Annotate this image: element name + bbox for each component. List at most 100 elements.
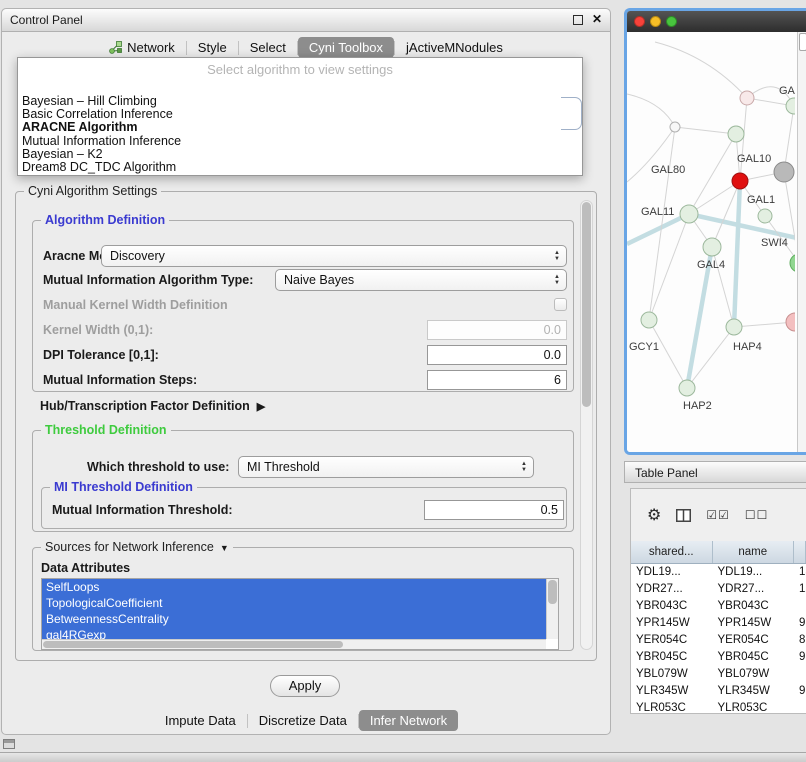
- node-label-hap4: HAP4: [733, 341, 762, 353]
- network-edge[interactable]: [627, 94, 675, 127]
- list-vertical-scrollbar[interactable]: [546, 579, 558, 639]
- network-node[interactable]: [728, 126, 744, 142]
- settings-vertical-scrollbar[interactable]: [580, 200, 593, 650]
- tab-style[interactable]: Style: [187, 37, 238, 58]
- mi-algorithm-type-label: Mutual Information Algorithm Type:: [43, 273, 253, 287]
- bottom-tab-bar: Impute DataDiscretize DataInfer Network: [2, 710, 610, 731]
- aracne-mode-value: Discovery: [102, 249, 550, 263]
- kernel-width-field[interactable]: 0.0: [427, 320, 567, 340]
- network-edge[interactable]: [675, 127, 736, 134]
- gear-icon[interactable]: [647, 507, 661, 523]
- network-vertical-scrollbar[interactable]: [797, 32, 806, 452]
- mi-algorithm-type-select[interactable]: Naive Bayes: [275, 269, 567, 291]
- network-node[interactable]: [726, 319, 742, 335]
- network-edge[interactable]: [689, 134, 736, 214]
- algorithm-dropdown-placeholder: Select algorithm to view settings: [18, 62, 582, 77]
- sources-group-title[interactable]: Sources for Network Inference: [41, 540, 233, 554]
- table-row[interactable]: YDL19...YDL19...13: [631, 564, 806, 581]
- sources-for-network-inference-group: Sources for Network Inference Data Attri…: [32, 547, 574, 651]
- network-icon: [109, 41, 122, 54]
- column-header-shared[interactable]: shared...: [631, 541, 713, 563]
- control-panel-titlebar[interactable]: Control Panel: [2, 9, 610, 32]
- attribute-item-betweennesscentrality[interactable]: BetweennessCentrality: [42, 611, 546, 627]
- network-edge-thick[interactable]: [689, 214, 795, 238]
- table-row[interactable]: YLR053CYLR053C: [631, 700, 806, 714]
- tab-select[interactable]: Select: [239, 37, 297, 58]
- network-node[interactable]: [758, 209, 772, 223]
- table-cell: YBL079W: [713, 666, 795, 683]
- mi-threshold-field[interactable]: 0.5: [424, 500, 564, 520]
- attribute-item-selfloops[interactable]: SelfLoops: [42, 579, 546, 595]
- table-panel-title: Table Panel: [635, 466, 698, 480]
- tab-jactivemnodules[interactable]: jActiveMNodules: [395, 37, 514, 58]
- tab-network[interactable]: Network: [98, 37, 186, 58]
- unchecked-pair-icon[interactable]: [745, 508, 769, 522]
- dpi-tolerance-field[interactable]: 0.0: [427, 345, 567, 365]
- bottom-tab-impute-data[interactable]: Impute Data: [154, 710, 247, 731]
- table-row[interactable]: YER054CYER054C8.: [631, 632, 806, 649]
- columns-icon[interactable]: [676, 509, 691, 522]
- network-node[interactable]: [703, 238, 721, 256]
- list-horizontal-scrollbar[interactable]: [42, 639, 546, 649]
- close-traffic-light-icon[interactable]: [634, 16, 645, 27]
- mi-steps-field[interactable]: 6: [427, 370, 567, 390]
- network-node[interactable]: [670, 122, 680, 132]
- scrollbar-thumb[interactable]: [799, 33, 806, 51]
- zoom-traffic-light-icon[interactable]: [666, 16, 677, 27]
- bottom-tab-infer-network[interactable]: Infer Network: [359, 710, 458, 731]
- collapse-arrow-icon[interactable]: [257, 399, 265, 413]
- column-header-extra[interactable]: [794, 541, 806, 563]
- table-cell: [794, 700, 806, 714]
- algorithm-option-dream8-dc-tdc-algorithm[interactable]: Dream8 DC_TDC Algorithm: [20, 161, 580, 174]
- column-header-name[interactable]: name: [713, 541, 795, 563]
- network-node[interactable]: [786, 98, 795, 114]
- which-threshold-select[interactable]: MI Threshold: [238, 456, 534, 478]
- table-row[interactable]: YBR043CYBR043C: [631, 598, 806, 615]
- network-node[interactable]: [679, 380, 695, 396]
- network-node[interactable]: [774, 162, 794, 182]
- manual-kernel-width-checkbox[interactable]: [554, 298, 567, 311]
- table-row[interactable]: YPR145WYPR145W9.: [631, 615, 806, 632]
- tab-cyni-toolbox[interactable]: Cyni Toolbox: [298, 37, 394, 58]
- combo-arrows-icon: [550, 250, 564, 262]
- settings-group-title: Cyni Algorithm Settings: [24, 184, 161, 198]
- network-edge-thick[interactable]: [734, 181, 740, 327]
- network-node[interactable]: [641, 312, 657, 328]
- apply-button[interactable]: Apply: [270, 675, 340, 697]
- network-node[interactable]: [732, 173, 748, 189]
- bottom-tab-discretize-data[interactable]: Discretize Data: [248, 710, 358, 731]
- checked-pair-icon[interactable]: [706, 508, 730, 522]
- data-attributes-list[interactable]: SelfLoopsTopologicalCoefficientBetweenne…: [41, 578, 559, 650]
- network-node[interactable]: [740, 91, 754, 105]
- aracne-mode-select[interactable]: Discovery: [101, 245, 567, 267]
- table-row[interactable]: YDR27...YDR27...12: [631, 581, 806, 598]
- network-edge[interactable]: [655, 42, 747, 98]
- network-node[interactable]: [786, 313, 795, 331]
- scrollbar-thumb[interactable]: [548, 580, 557, 604]
- network-graph[interactable]: GAL80GAL10GAL11GAL1SWI4GAL4GCY1HAP4HAP2G…: [627, 32, 795, 452]
- network-node[interactable]: [680, 205, 698, 223]
- algorithm-option-aracne-algorithm[interactable]: ARACNE Algorithm: [20, 121, 580, 134]
- node-attribute-table: shared...name YDL19...YDL19...13YDR27...…: [631, 541, 806, 713]
- docked-window-icon[interactable]: [3, 739, 15, 749]
- scrollbar-thumb[interactable]: [43, 641, 343, 648]
- network-node[interactable]: [790, 254, 795, 272]
- algorithm-option-mutual-information-inference[interactable]: Mutual Information Inference: [20, 135, 580, 148]
- table-panel-titlebar[interactable]: Table Panel: [624, 461, 806, 483]
- scrollbar-thumb[interactable]: [582, 202, 591, 407]
- table-row[interactable]: YBL079WYBL079W: [631, 666, 806, 683]
- network-canvas[interactable]: GAL80GAL10GAL11GAL1SWI4GAL4GCY1HAP4HAP2G…: [627, 32, 806, 452]
- network-edge[interactable]: [649, 320, 687, 388]
- network-window-titlebar[interactable]: [627, 11, 806, 32]
- close-icon[interactable]: [592, 12, 602, 26]
- network-view-window: GAL80GAL10GAL11GAL1SWI4GAL4GCY1HAP4HAP2G…: [624, 8, 806, 455]
- algorithm-combobox-edge[interactable]: [561, 97, 582, 130]
- table-row[interactable]: YLR345WYLR345W9.: [631, 683, 806, 700]
- table-row[interactable]: YBR045CYBR045C9.: [631, 649, 806, 666]
- table-cell: 12: [794, 581, 806, 598]
- attribute-item-topologicalcoefficient[interactable]: TopologicalCoefficient: [42, 595, 546, 611]
- minimize-traffic-light-icon[interactable]: [650, 16, 661, 27]
- table-cell: YLR345W: [631, 683, 713, 700]
- hub-transcription-factor-section[interactable]: Hub/Transcription Factor Definition: [40, 399, 265, 413]
- float-window-icon[interactable]: [573, 15, 583, 25]
